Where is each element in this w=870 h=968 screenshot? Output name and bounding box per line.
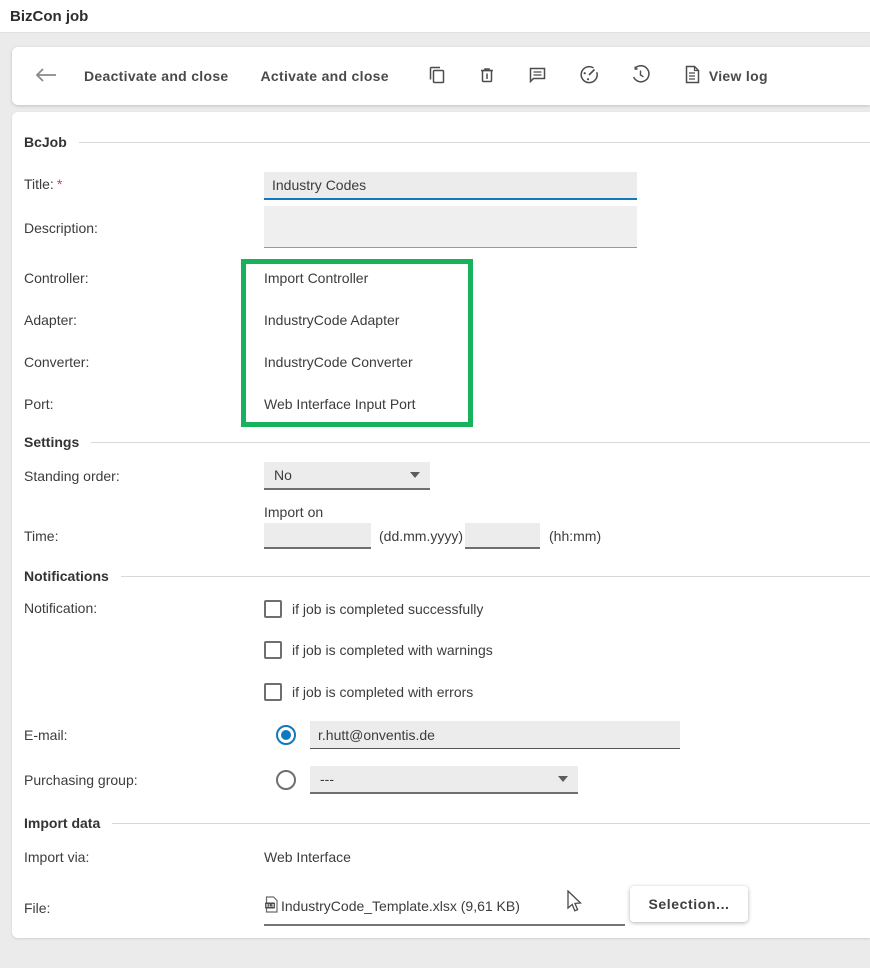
notification-label: Notification:: [24, 600, 97, 616]
section-header-settings: Settings: [24, 434, 870, 450]
delete-button[interactable]: [473, 61, 501, 92]
standing-order-value: No: [274, 467, 292, 483]
date-format-hint: (dd.mm.yyyy): [379, 528, 463, 544]
required-marker: *: [57, 176, 62, 192]
email-label: E-mail:: [24, 727, 68, 743]
back-button[interactable]: [30, 63, 62, 90]
section-header-bcjob: BcJob: [24, 134, 870, 150]
field-row-converter: Converter: IndustryCode Converter: [24, 354, 870, 372]
left-arrow-icon: [34, 67, 58, 86]
divider: [112, 823, 870, 824]
history-button[interactable]: [626, 60, 655, 92]
adapter-value: IndustryCode Adapter: [264, 312, 399, 328]
description-label: Description:: [24, 220, 98, 236]
file-selection-button[interactable]: Selection...: [630, 886, 748, 922]
purchasing-group-select[interactable]: ---: [310, 766, 578, 794]
time-label: Time:: [24, 528, 58, 544]
file-name-value: IndustryCode_Template.xlsx (9,61 KB): [281, 898, 520, 914]
converter-value: IndustryCode Converter: [264, 354, 413, 370]
chevron-down-icon: [410, 472, 420, 478]
field-row-port: Port: Web Interface Input Port: [24, 396, 870, 414]
divider: [91, 442, 870, 443]
deactivate-and-close-button[interactable]: Deactivate and close: [80, 60, 233, 92]
comment-button[interactable]: [523, 61, 552, 92]
activate-and-close-button[interactable]: Activate and close: [257, 60, 393, 92]
purchasing-group-value: ---: [320, 771, 334, 787]
email-input[interactable]: [310, 721, 680, 749]
port-value: Web Interface Input Port: [264, 396, 416, 412]
divider: [121, 576, 870, 577]
time-format-hint: (hh:mm): [549, 528, 601, 544]
section-title: Import data: [24, 815, 100, 831]
field-row-adapter: Adapter: IndustryCode Adapter: [24, 312, 870, 330]
field-row-time: Time: Import on (dd.mm.yyyy) (hh:mm): [24, 504, 870, 552]
history-clock-icon: [630, 64, 651, 88]
view-log-button[interactable]: View log: [679, 56, 772, 96]
document-icon: [683, 64, 701, 88]
field-row-controller: Controller: Import Controller: [24, 270, 870, 288]
svg-text:XLS: XLS: [266, 903, 275, 908]
port-label: Port:: [24, 396, 54, 412]
trash-icon: [477, 65, 497, 88]
title-label: Title:*: [24, 176, 62, 192]
standing-order-select[interactable]: No: [264, 462, 430, 490]
view-log-label: View log: [709, 68, 768, 84]
import-on-label: Import on: [264, 504, 323, 520]
controller-label: Controller:: [24, 270, 89, 286]
adapter-label: Adapter:: [24, 312, 77, 328]
import-time-input[interactable]: [465, 523, 540, 549]
checkbox-label: if job is completed with errors: [292, 684, 473, 700]
page-header: BizCon job: [0, 0, 870, 33]
section-title: BcJob: [24, 134, 67, 150]
import-via-label: Import via:: [24, 849, 89, 865]
section-header-notifications: Notifications: [24, 568, 870, 584]
import-via-value: Web Interface: [264, 849, 351, 865]
checkbox-completed-with-warnings[interactable]: [264, 641, 282, 659]
field-row-title: Title:*: [24, 172, 870, 200]
section-title: Notifications: [24, 568, 109, 584]
title-input[interactable]: [264, 172, 637, 200]
field-row-import-via: Import via: Web Interface: [24, 849, 870, 867]
section-title: Settings: [24, 434, 79, 450]
import-date-input[interactable]: [264, 523, 371, 549]
timer-gauge-icon: [578, 64, 600, 89]
copy-icon: [427, 65, 447, 88]
controller-value: Import Controller: [264, 270, 368, 286]
checkbox-label: if job is completed with warnings: [292, 642, 493, 658]
form-card: BcJob Title:* Description: Controller: I…: [12, 112, 870, 938]
field-row-file: File: XLS IndustryCode_Template.xlsx (9,…: [24, 884, 870, 930]
copy-button[interactable]: [423, 61, 451, 92]
field-row-description: Description:: [24, 206, 870, 250]
converter-label: Converter:: [24, 354, 89, 370]
field-row-standing-order: Standing order: No: [24, 462, 870, 490]
purchasing-group-radio[interactable]: [276, 770, 296, 790]
chevron-down-icon: [558, 776, 568, 782]
file-underline: [264, 924, 625, 926]
section-header-import-data: Import data: [24, 815, 870, 831]
email-radio[interactable]: [276, 725, 296, 745]
purchasing-group-label: Purchasing group:: [24, 772, 138, 788]
field-row-notification: Notification: if job is completed succes…: [24, 600, 870, 710]
field-row-purchasing-group: Purchasing group: ---: [24, 766, 870, 794]
file-label: File:: [24, 900, 50, 916]
field-row-email: E-mail:: [24, 721, 870, 749]
description-textarea[interactable]: [264, 206, 637, 248]
timer-button[interactable]: [574, 60, 604, 93]
page-title: BizCon job: [10, 8, 88, 25]
toolbar: Deactivate and close Activate and close: [12, 47, 870, 105]
checkbox-completed-with-errors[interactable]: [264, 683, 282, 701]
comment-icon: [527, 65, 548, 88]
xls-file-icon: XLS: [264, 896, 279, 916]
divider: [79, 142, 870, 143]
checkbox-label: if job is completed successfully: [292, 601, 483, 617]
standing-order-label: Standing order:: [24, 468, 120, 484]
checkbox-completed-successfully[interactable]: [264, 600, 282, 618]
